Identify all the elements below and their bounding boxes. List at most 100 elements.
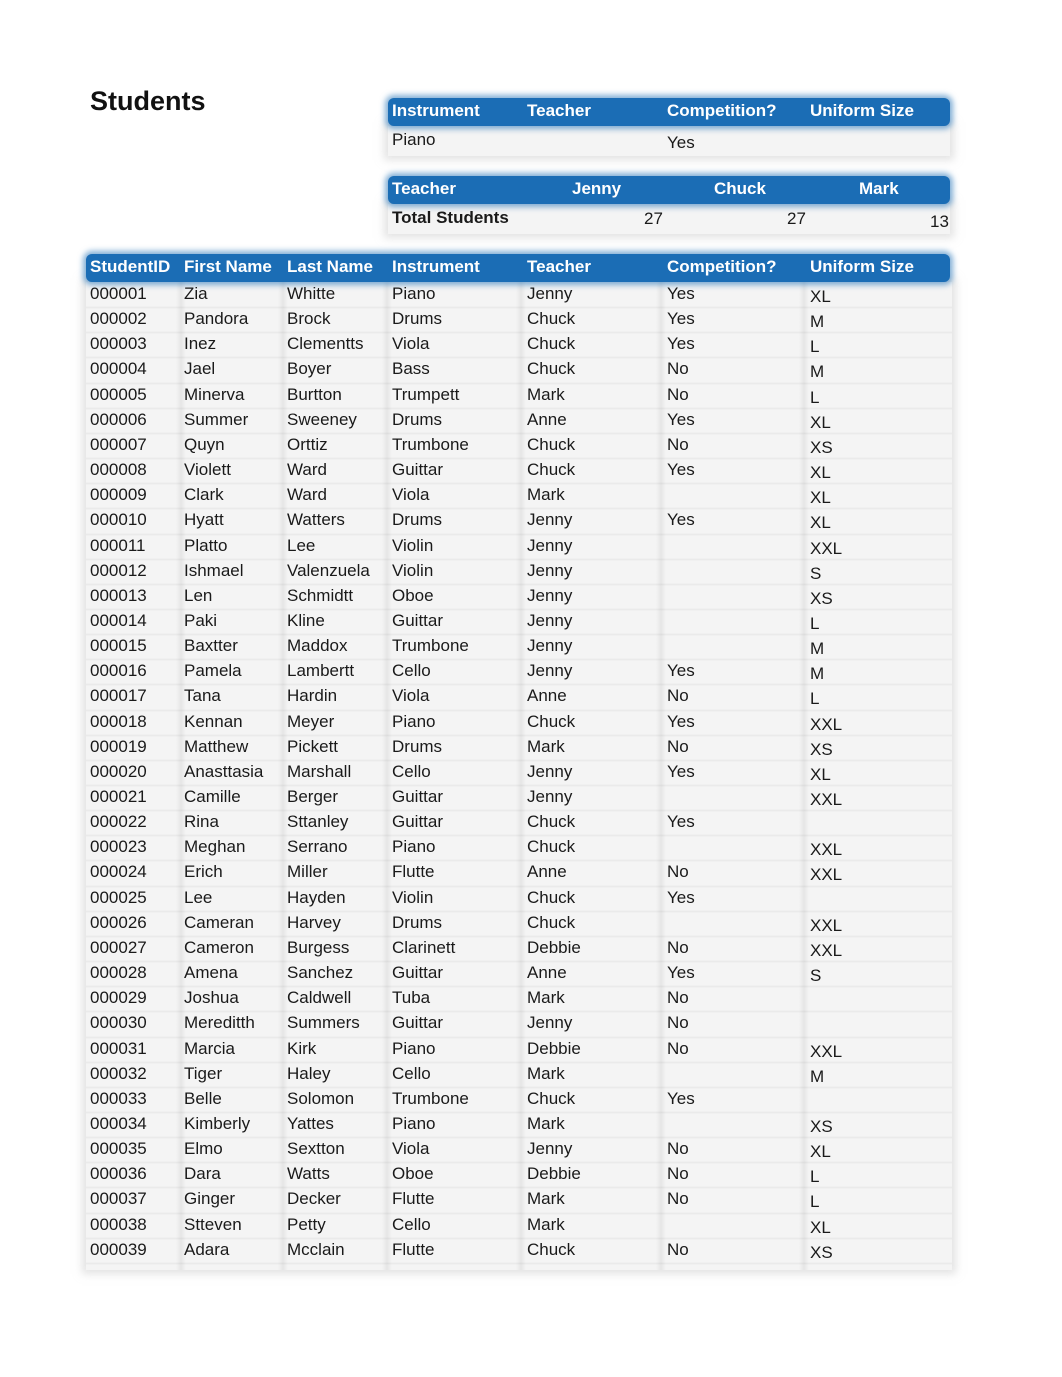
cell-first-name[interactable]: Zia xyxy=(184,284,208,304)
cell-first-name[interactable]: Cameran xyxy=(184,913,254,933)
cell-uniform-size[interactable]: XL xyxy=(810,1218,831,1238)
cell-instrument[interactable]: Trumbone xyxy=(392,435,469,455)
cell-student-id[interactable]: 000021 xyxy=(90,787,147,807)
cell-student-id[interactable]: 000038 xyxy=(90,1215,147,1235)
cell-first-name[interactable]: Hyatt xyxy=(184,510,224,530)
cell-student-id[interactable]: 000026 xyxy=(90,913,147,933)
cell-teacher[interactable]: Mark xyxy=(527,485,565,505)
cell-competition[interactable]: Yes xyxy=(667,963,695,983)
cell-first-name[interactable]: Quyn xyxy=(184,435,225,455)
cell-first-name[interactable]: Rina xyxy=(184,812,219,832)
cell-instrument[interactable]: Guittar xyxy=(392,812,443,832)
cell-first-name[interactable]: Erich xyxy=(184,862,223,882)
cell-teacher[interactable]: Chuck xyxy=(527,837,575,857)
cell-uniform-size[interactable]: XXL xyxy=(810,1042,842,1062)
cell-student-id[interactable]: 000039 xyxy=(90,1240,147,1260)
column-header-competition[interactable]: Competition? xyxy=(667,257,777,277)
cell-instrument[interactable]: Drums xyxy=(392,737,442,757)
cell-student-id[interactable]: 000020 xyxy=(90,762,147,782)
cell-first-name[interactable]: Ishmael xyxy=(184,561,244,581)
cell-last-name[interactable]: Lee xyxy=(287,536,315,556)
cell-first-name[interactable]: Pandora xyxy=(184,309,248,329)
cell-instrument[interactable]: Guittar xyxy=(392,460,443,480)
cell-instrument[interactable]: Guittar xyxy=(392,787,443,807)
cell-instrument[interactable]: Cello xyxy=(392,1215,431,1235)
cell-teacher[interactable]: Mark xyxy=(527,988,565,1008)
column-header-instrument[interactable]: Instrument xyxy=(392,257,480,277)
cell-teacher[interactable]: Mark xyxy=(527,1114,565,1134)
cell-first-name[interactable]: Anasttasia xyxy=(184,762,263,782)
cell-student-id[interactable]: 000008 xyxy=(90,460,147,480)
cell-student-id[interactable]: 000012 xyxy=(90,561,147,581)
cell-uniform-size[interactable]: XXL xyxy=(810,715,842,735)
cell-student-id[interactable]: 000002 xyxy=(90,309,147,329)
cell-student-id[interactable]: 000029 xyxy=(90,988,147,1008)
cell-uniform-size[interactable]: M xyxy=(810,664,824,684)
cell-last-name[interactable]: Hayden xyxy=(287,888,346,908)
cell-competition[interactable]: No xyxy=(667,938,689,958)
cell-instrument[interactable]: Piano xyxy=(392,712,435,732)
cell-uniform-size[interactable]: M xyxy=(810,1067,824,1087)
cell-competition[interactable]: Yes xyxy=(667,1089,695,1109)
cell-teacher[interactable]: Jenny xyxy=(527,787,572,807)
cell-instrument[interactable]: Flutte xyxy=(392,862,435,882)
cell-uniform-size[interactable]: L xyxy=(810,388,819,408)
cell-teacher[interactable]: Jenny xyxy=(527,1139,572,1159)
cell-student-id[interactable]: 000003 xyxy=(90,334,147,354)
cell-last-name[interactable]: Summers xyxy=(287,1013,360,1033)
cell-competition[interactable]: No xyxy=(667,862,689,882)
cell-first-name[interactable]: Meghan xyxy=(184,837,245,857)
cell-last-name[interactable]: Haley xyxy=(287,1064,330,1084)
cell-instrument[interactable]: Trumpett xyxy=(392,385,459,405)
cell-instrument[interactable]: Drums xyxy=(392,510,442,530)
cell-teacher[interactable]: Mark xyxy=(527,1064,565,1084)
filter-header-competition[interactable]: Competition? xyxy=(667,101,777,121)
cell-last-name[interactable]: Meyer xyxy=(287,712,334,732)
cell-teacher[interactable]: Chuck xyxy=(527,812,575,832)
cell-first-name[interactable]: Ginger xyxy=(184,1189,235,1209)
cell-first-name[interactable]: Belle xyxy=(184,1089,222,1109)
cell-uniform-size[interactable]: L xyxy=(810,1192,819,1212)
cell-last-name[interactable]: Sttanley xyxy=(287,812,348,832)
cell-last-name[interactable]: Serrano xyxy=(287,837,347,857)
cell-last-name[interactable]: Ward xyxy=(287,485,327,505)
cell-instrument[interactable]: Violin xyxy=(392,536,433,556)
cell-student-id[interactable]: 000035 xyxy=(90,1139,147,1159)
cell-instrument[interactable]: Piano xyxy=(392,284,435,304)
cell-instrument[interactable]: Violin xyxy=(392,888,433,908)
cell-teacher[interactable]: Debbie xyxy=(527,938,581,958)
cell-teacher[interactable]: Chuck xyxy=(527,435,575,455)
cell-first-name[interactable]: Kimberly xyxy=(184,1114,250,1134)
cell-student-id[interactable]: 000027 xyxy=(90,938,147,958)
cell-student-id[interactable]: 000004 xyxy=(90,359,147,379)
cell-first-name[interactable]: Adara xyxy=(184,1240,229,1260)
cell-competition[interactable]: Yes xyxy=(667,334,695,354)
cell-student-id[interactable]: 000009 xyxy=(90,485,147,505)
cell-competition[interactable]: No xyxy=(667,1164,689,1184)
cell-first-name[interactable]: Platto xyxy=(184,536,227,556)
cell-teacher[interactable]: Chuck xyxy=(527,359,575,379)
cell-instrument[interactable]: Piano xyxy=(392,837,435,857)
cell-first-name[interactable]: Lee xyxy=(184,888,212,908)
cell-instrument[interactable]: Flutte xyxy=(392,1240,435,1260)
cell-instrument[interactable]: Drums xyxy=(392,309,442,329)
cell-teacher[interactable]: Chuck xyxy=(527,460,575,480)
cell-competition[interactable]: Yes xyxy=(667,888,695,908)
cell-competition[interactable]: Yes xyxy=(667,510,695,530)
cell-student-id[interactable]: 000030 xyxy=(90,1013,147,1033)
cell-last-name[interactable]: Marshall xyxy=(287,762,351,782)
cell-uniform-size[interactable]: XS xyxy=(810,589,833,609)
cell-first-name[interactable]: Marcia xyxy=(184,1039,235,1059)
cell-instrument[interactable]: Viola xyxy=(392,485,430,505)
cell-first-name[interactable]: Amena xyxy=(184,963,238,983)
cell-student-id[interactable]: 000036 xyxy=(90,1164,147,1184)
cell-uniform-size[interactable]: XS xyxy=(810,740,833,760)
cell-student-id[interactable]: 000024 xyxy=(90,862,147,882)
cell-student-id[interactable]: 000016 xyxy=(90,661,147,681)
cell-competition[interactable]: Yes xyxy=(667,284,695,304)
cell-teacher[interactable]: Mark xyxy=(527,737,565,757)
cell-last-name[interactable]: Brock xyxy=(287,309,330,329)
column-header-student-id[interactable]: StudentID xyxy=(90,257,170,277)
cell-last-name[interactable]: Valenzuela xyxy=(287,561,370,581)
cell-uniform-size[interactable]: XS xyxy=(810,438,833,458)
